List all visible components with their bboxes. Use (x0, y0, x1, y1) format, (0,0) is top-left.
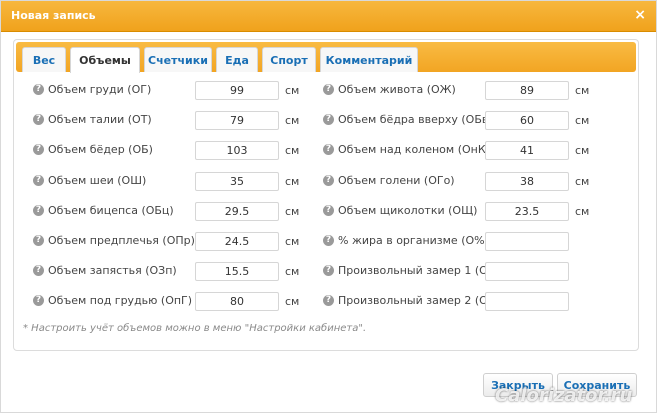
right-measurement-input-0[interactable]: 89 (485, 81, 569, 100)
tab-weight[interactable]: Вес (22, 47, 66, 72)
unit-label: см (285, 114, 300, 127)
right-measurement-input-5[interactable] (485, 232, 569, 251)
left-measurement-input-7[interactable]: 80 (195, 292, 279, 311)
right-field-label-4: ? Объем щиколотки (ОЩ) (323, 204, 477, 217)
field-label-text: Объем живота (ОЖ) (338, 83, 456, 96)
left-field-label-4: ? Объем бицепса (ОБц) (33, 204, 174, 217)
right-field-label-2: ? Объем над коленом (ОнК) (323, 143, 490, 156)
left-field-label-0: ? Объем груди (ОГ) (33, 83, 151, 96)
left-field-label-6: ? Объем запястья (ОЗп) (33, 264, 177, 277)
right-field-label-6: ? Произвольный замер 1 (О1) (323, 264, 499, 277)
right-measurement-input-1[interactable]: 60 (485, 111, 569, 130)
unit-label: см (285, 175, 300, 188)
right-measurement-input-6[interactable] (485, 262, 569, 281)
left-measurement-input-5[interactable]: 24.5 (195, 232, 279, 251)
left-field-label-5: ? Объем предплечья (ОПр) (33, 234, 195, 247)
left-measurement-input-0[interactable]: 99 (195, 81, 279, 100)
help-icon[interactable]: ? (33, 295, 44, 306)
help-icon[interactable]: ? (323, 205, 334, 216)
unit-label: см (285, 84, 300, 97)
right-field-label-3: ? Объем голени (ОГо) (323, 174, 455, 187)
field-label-text: % жира в организме (О%) (338, 234, 489, 247)
unit-label: см (575, 84, 590, 97)
unit-label: см (575, 114, 590, 127)
field-label-text: Объем голени (ОГо) (338, 174, 455, 187)
right-field-label-5: ? % жира в организме (О%) (323, 234, 489, 247)
left-measurement-input-1[interactable]: 79 (195, 111, 279, 130)
field-label-text: Объем бёдра вверху (ОБв) (338, 113, 493, 126)
help-icon[interactable]: ? (323, 144, 334, 155)
unit-label: см (285, 205, 300, 218)
right-field-label-7: ? Произвольный замер 2 (О2) (323, 294, 499, 307)
right-measurement-input-3[interactable]: 38 (485, 172, 569, 191)
help-icon[interactable]: ? (323, 295, 334, 306)
field-label-text: Объем бицепса (ОБц) (48, 204, 174, 217)
help-icon[interactable]: ? (33, 114, 44, 125)
tab-food[interactable]: Еда (216, 47, 258, 72)
close-icon[interactable]: × (634, 7, 646, 23)
field-label-text: Объем бёдер (ОБ) (48, 143, 153, 156)
left-field-label-1: ? Объем талии (ОТ) (33, 113, 152, 126)
left-field-label-3: ? Объем шеи (ОШ) (33, 174, 146, 187)
help-icon[interactable]: ? (33, 84, 44, 95)
help-icon[interactable]: ? (33, 235, 44, 246)
tab-counters[interactable]: Счетчики (144, 47, 212, 72)
help-icon[interactable]: ? (323, 265, 334, 276)
dialog-title: Новая запись (11, 9, 96, 22)
field-label-text: Произвольный замер 2 (О2) (338, 294, 500, 307)
help-icon[interactable]: ? (323, 114, 334, 125)
new-entry-dialog: Новая запись × Вес Объемы Счетчики Еда С… (0, 0, 657, 413)
left-field-label-2: ? Объем бёдер (ОБ) (33, 143, 153, 156)
field-label-text: Объем под грудью (ОпГ) (48, 294, 193, 307)
field-label-text: Объем талии (ОТ) (48, 113, 152, 126)
help-icon[interactable]: ? (33, 265, 44, 276)
unit-label: см (285, 295, 300, 308)
unit-label: см (285, 235, 300, 248)
help-icon[interactable]: ? (323, 235, 334, 246)
unit-label: см (575, 175, 590, 188)
tab-volumes[interactable]: Объемы (70, 47, 140, 73)
tab-sport[interactable]: Спорт (262, 47, 316, 72)
field-label-text: Объем над коленом (ОнК) (338, 143, 490, 156)
field-label-text: Объем предплечья (ОПр) (48, 234, 195, 247)
tab-comment[interactable]: Комментарий (320, 47, 418, 72)
field-label-text: Объем запястья (ОЗп) (48, 264, 177, 277)
left-field-label-7: ? Объем под грудью (ОпГ) (33, 294, 192, 307)
watermark-logo: Calorizator.ru (495, 385, 633, 406)
unit-label: см (575, 144, 590, 157)
help-icon[interactable]: ? (33, 175, 44, 186)
unit-label: см (285, 144, 300, 157)
help-icon[interactable]: ? (33, 205, 44, 216)
unit-label: см (575, 205, 590, 218)
settings-note: * Настроить учёт объемов можно в меню "Н… (23, 323, 367, 334)
field-label-text: Объем груди (ОГ) (48, 83, 152, 96)
help-icon[interactable]: ? (33, 144, 44, 155)
field-label-text: Объем щиколотки (ОЩ) (338, 204, 478, 217)
right-measurement-input-7[interactable] (485, 292, 569, 311)
left-measurement-input-3[interactable]: 35 (195, 172, 279, 191)
left-measurement-input-2[interactable]: 103 (195, 141, 279, 160)
right-measurement-input-2[interactable]: 41 (485, 141, 569, 160)
tab-bar: Вес Объемы Счетчики Еда Спорт Комментари… (16, 42, 636, 73)
left-measurement-input-6[interactable]: 15.5 (195, 262, 279, 281)
help-icon[interactable]: ? (323, 175, 334, 186)
unit-label: см (285, 265, 300, 278)
right-field-label-1: ? Объем бёдра вверху (ОБв) (323, 113, 493, 126)
field-label-text: Произвольный замер 1 (О1) (338, 264, 500, 277)
dialog-titlebar: Новая запись × (1, 1, 656, 32)
field-label-text: Объем шеи (ОШ) (48, 174, 147, 187)
right-field-label-0: ? Объем живота (ОЖ) (323, 83, 456, 96)
right-measurement-input-4[interactable]: 23.5 (485, 202, 569, 221)
help-icon[interactable]: ? (323, 84, 334, 95)
left-measurement-input-4[interactable]: 29.5 (195, 202, 279, 221)
